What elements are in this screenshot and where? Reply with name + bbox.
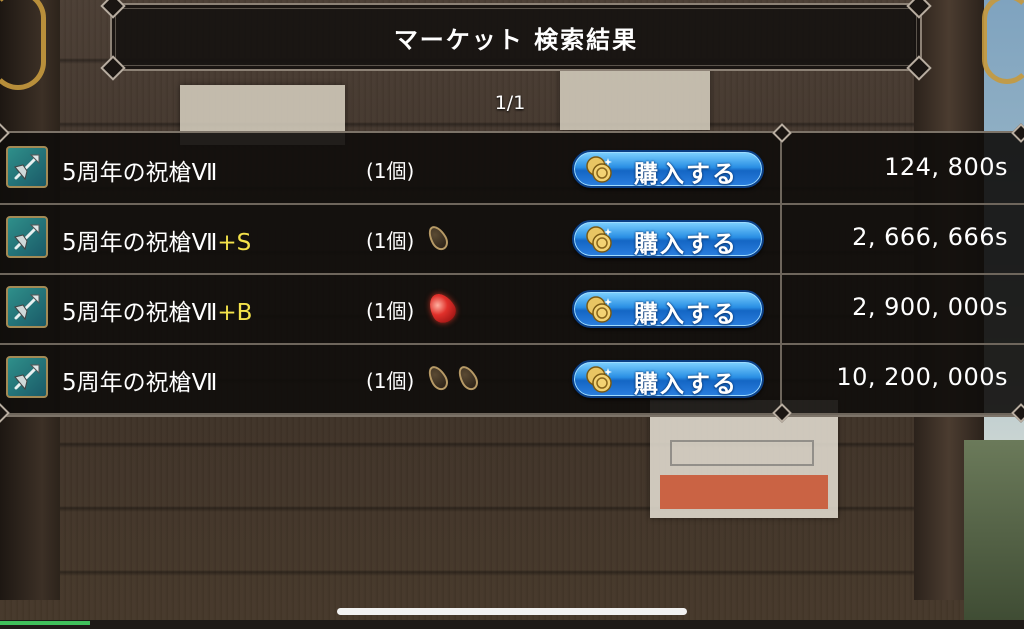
buy-button-label: 購入する [634, 370, 738, 398]
item-price: 2, 900, 000s [852, 293, 1008, 321]
gold-ornament-icon [982, 0, 1024, 84]
spear-item-icon [6, 286, 48, 328]
home-indicator[interactable] [337, 608, 687, 615]
item-quantity: (1個) [366, 229, 415, 253]
item-quantity: (1個) [366, 159, 415, 183]
item-name: 5周年の祝槍Ⅶ [62, 363, 217, 397]
buy-button[interactable]: 購入する [572, 150, 764, 188]
page-title: マーケット 検索結果 [393, 25, 639, 54]
bottom-bar-progress [0, 621, 90, 625]
spear-item-icon [6, 216, 48, 258]
buy-button[interactable]: 購入する [572, 360, 764, 398]
market-screen: マーケット 検索結果 1/1 5周年の祝槍Ⅶ (1個) 購入する 124, 80… [0, 0, 1024, 629]
buy-button[interactable]: 購入する [572, 220, 764, 258]
buy-button-label: 購入する [634, 230, 738, 258]
coin-icon [586, 156, 612, 183]
item-quantity: (1個) [366, 369, 415, 393]
coin-icon [586, 226, 612, 253]
item-name-text: 5周年の祝槍Ⅶ [62, 160, 218, 186]
buy-button[interactable]: 購入する [572, 290, 764, 328]
title-bar: マーケット 検索結果 [100, 0, 932, 81]
item-name-text: 5周年の祝槍Ⅶ [62, 300, 218, 326]
item-price: 10, 200, 000s [836, 363, 1008, 391]
coin-icon [586, 296, 612, 323]
item-name: 5周年の祝槍Ⅶ [62, 153, 217, 187]
ground-background [964, 440, 1024, 629]
seed-icon [454, 362, 482, 394]
buy-button-label: 購入する [634, 160, 738, 188]
item-name-text: 5周年の祝槍Ⅶ [62, 230, 218, 256]
column-divider [780, 273, 782, 343]
spear-item-icon [6, 356, 48, 398]
list-item: 5周年の祝槍Ⅶ (1個) 購入する 10, 200, 000s [0, 343, 1024, 415]
column-divider [780, 203, 782, 273]
wall-poster-band [660, 475, 828, 509]
item-suffix: +B [217, 300, 253, 326]
result-list: 5周年の祝槍Ⅶ (1個) 購入する 124, 800s 5周年の祝槍Ⅶ+S (1… [0, 123, 1024, 423]
seed-icon [424, 362, 452, 394]
item-name-text: 5周年の祝槍Ⅶ [62, 370, 218, 396]
bottom-bar [0, 620, 1024, 629]
seed-icon [424, 222, 452, 254]
coin-icon [586, 366, 612, 393]
list-item: 5周年の祝槍Ⅶ+S (1個) 購入する 2, 666, 666s [0, 203, 1024, 275]
wall-poster [560, 68, 710, 130]
item-suffix: +S [217, 230, 252, 256]
buy-button-label: 購入する [634, 300, 738, 328]
wall-poster-label [670, 440, 814, 466]
item-price: 124, 800s [884, 153, 1008, 181]
item-price: 2, 666, 666s [852, 223, 1008, 251]
item-name: 5周年の祝槍Ⅶ+S [62, 223, 251, 257]
item-name: 5周年の祝槍Ⅶ+B [62, 293, 252, 327]
gold-ornament-icon [0, 0, 46, 90]
list-item: 5周年の祝槍Ⅶ (1個) 購入する 124, 800s [0, 133, 1024, 205]
red-gem-icon [424, 289, 460, 327]
list-item: 5周年の祝槍Ⅶ+B (1個) 購入する 2, 900, 000s [0, 273, 1024, 345]
column-divider [780, 133, 782, 203]
page-indicator: 1/1 [494, 92, 526, 114]
item-quantity: (1個) [366, 299, 415, 323]
spear-item-icon [6, 146, 48, 188]
